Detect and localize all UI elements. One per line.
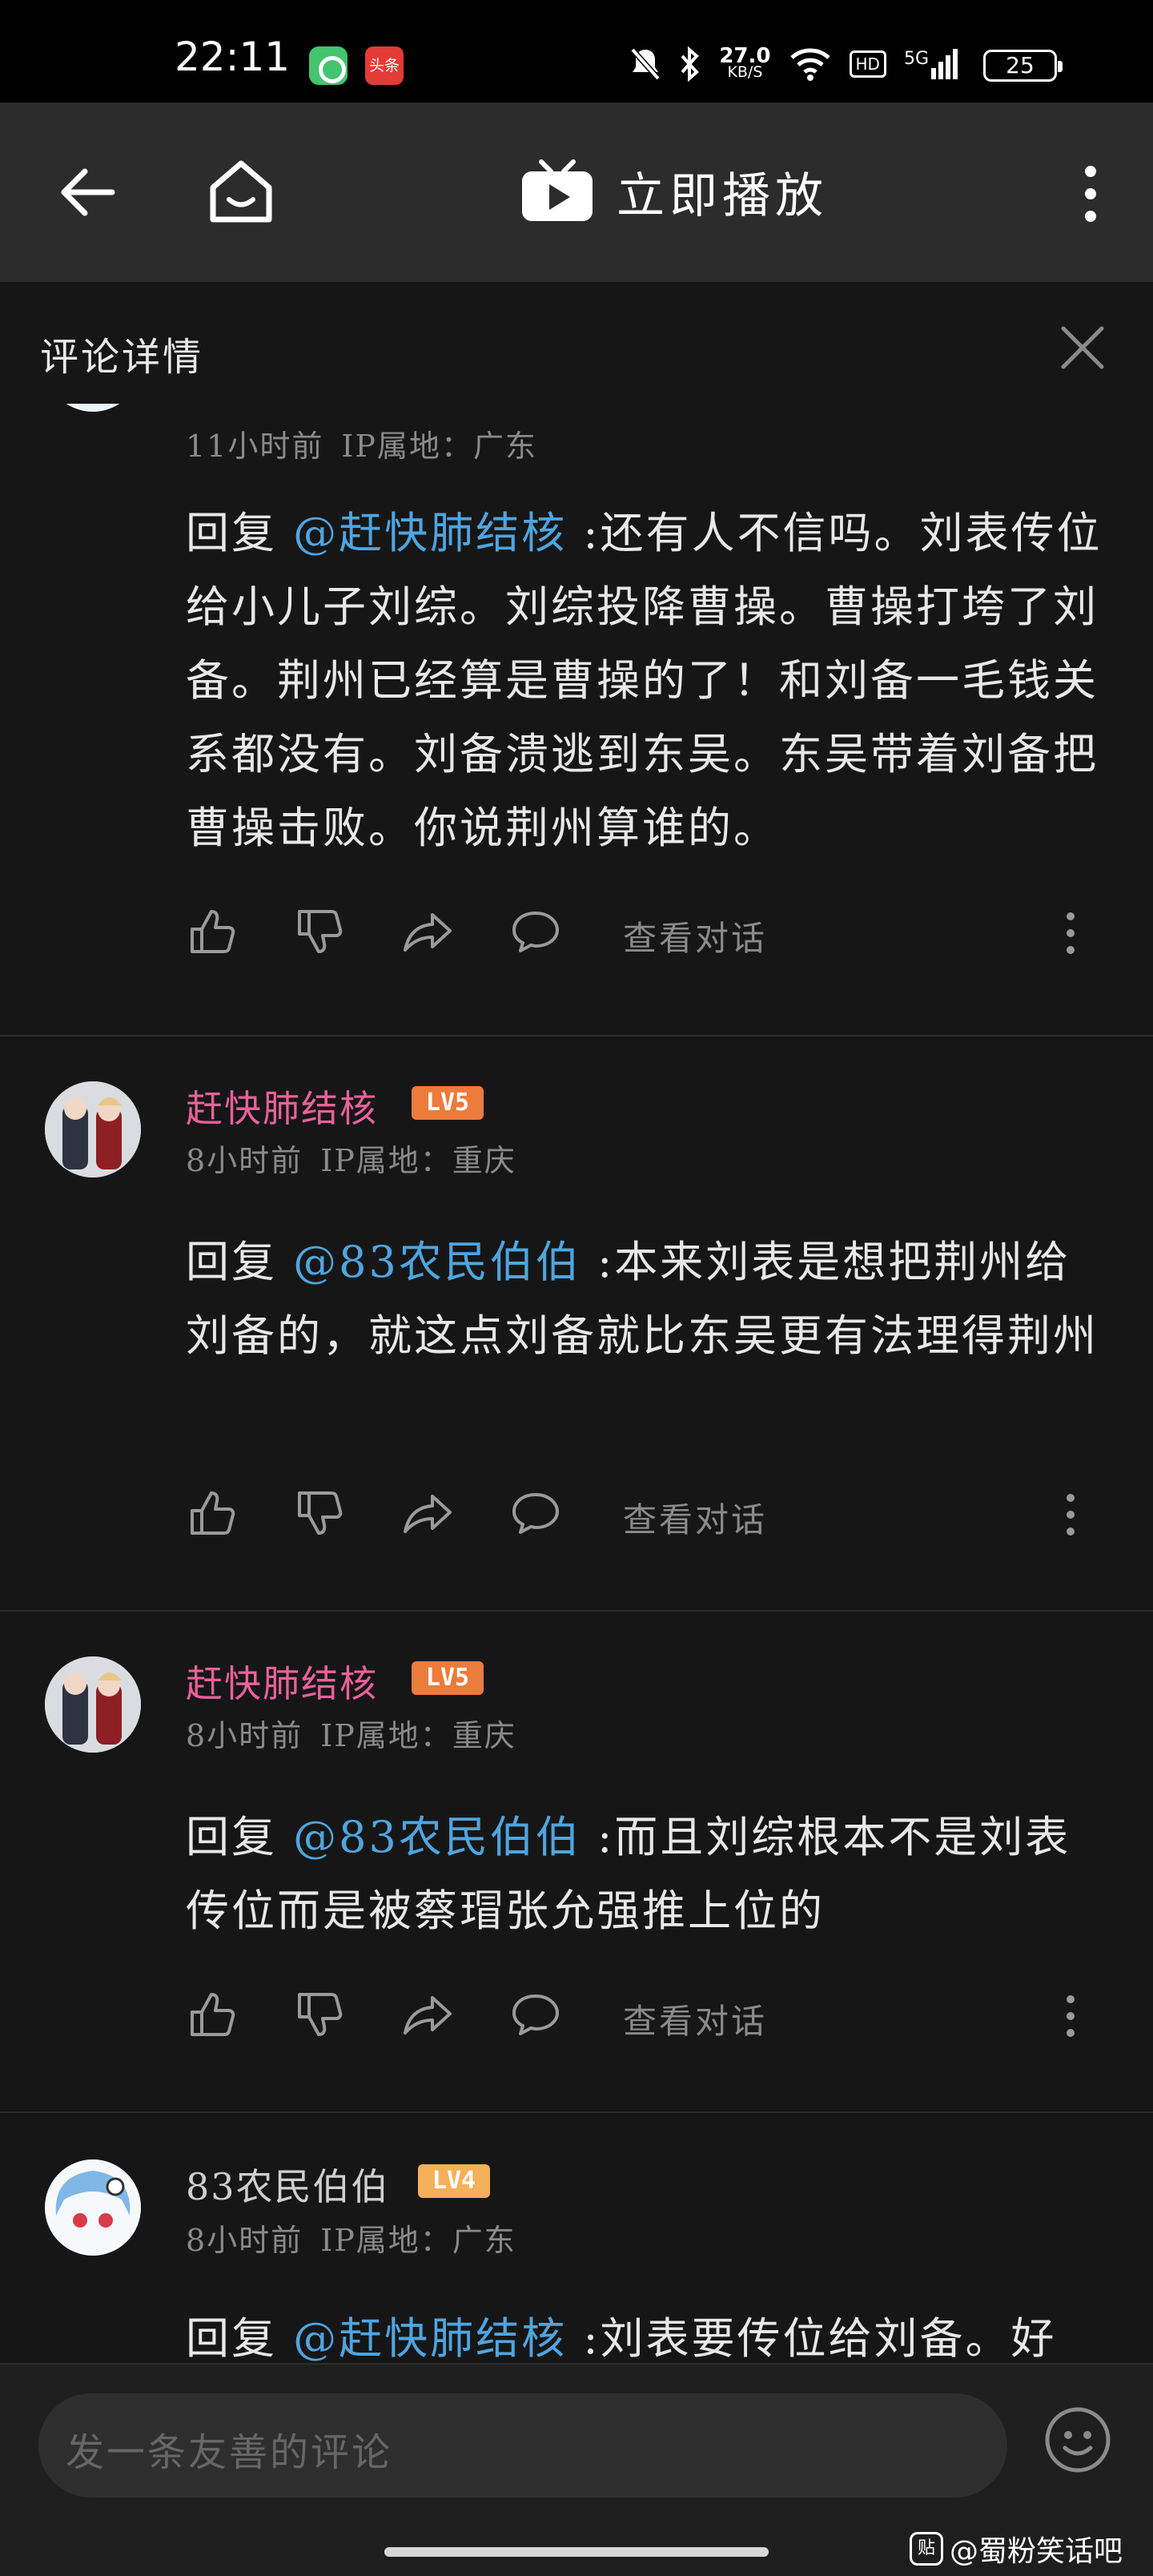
view-conversation-link[interactable]: 查看对话 (623, 1493, 767, 1542)
hd-badge: HD (849, 50, 886, 78)
watermark-text: @蜀粉笑话吧 (950, 2535, 1123, 2568)
reply-bubble-icon[interactable] (509, 1988, 562, 2041)
play-now-button[interactable]: 立即播放 (519, 155, 828, 227)
comment-actions: 查看对话 (186, 905, 1083, 961)
more-vertical-icon[interactable] (1075, 162, 1107, 226)
close-icon[interactable] (1057, 322, 1108, 373)
username[interactable]: 赶快肺结核 (186, 1655, 378, 1708)
avatar[interactable] (45, 1656, 141, 1753)
like-icon[interactable] (186, 1487, 239, 1540)
comment-item: 83农民伯伯 LV4 8小时前 IP属地：广东 回复 @赶快肺结核 :刘表要传位给… (0, 2113, 1153, 2363)
wifi-icon (789, 48, 830, 81)
level-badge: LV4 (418, 2164, 490, 2198)
net-speed: 27.0 KB/S (719, 44, 771, 81)
share-icon[interactable] (400, 1487, 453, 1540)
comment-meta: 11小时前 IP属地：广东 (186, 429, 537, 464)
comment-item: 赶快肺结核 LV5 8小时前 IP属地：重庆 回复 @83农民伯伯 :本来刘表是想… (0, 1036, 1153, 1610)
status-icons: 27.0 KB/S HD 5G (629, 40, 958, 88)
comment-body: 回复 @赶快肺结核 :刘表要传位给刘备。好 (186, 2313, 1057, 2363)
like-icon[interactable] (186, 1988, 239, 2041)
comment-item: 赶快肺结核 LV5 8小时前 IP属地：重庆 回复 @83农民伯伯 :而且刘综根本… (0, 1612, 1153, 2113)
signal-icon: 5G (904, 49, 958, 79)
mention-link[interactable]: @赶快肺结核 (293, 508, 567, 558)
comment-body: 回复 @赶快肺结核 :还有人不信吗。刘表传位给小儿子刘综。刘综投降曹操。曹操打垮… (186, 508, 1103, 853)
status-time: 22:11 (175, 34, 291, 80)
comment-list[interactable]: 11小时前 IP属地：广东 回复 @赶快肺结核 :还有人不信吗。刘表传位给小儿子刘… (0, 404, 1153, 2363)
comment-detail-header: 评论详情 (0, 282, 1153, 404)
anime-avatar-icon (45, 2159, 141, 2256)
nav-title: 立即播放 (617, 167, 828, 224)
username[interactable]: 赶快肺结核 (186, 1080, 378, 1133)
comment-input[interactable]: 发一条友善的评论 (38, 2393, 1007, 2498)
more-vertical-icon[interactable] (1059, 1991, 1083, 2041)
toutiao-app-icon: 头条 (365, 46, 404, 85)
anime-avatar-icon (45, 1656, 141, 1753)
share-icon[interactable] (400, 1988, 453, 2041)
notification-app-icon (309, 46, 348, 85)
like-icon[interactable] (186, 905, 239, 958)
reply-bubble-icon[interactable] (509, 1487, 562, 1540)
tv-play-icon (522, 159, 593, 221)
more-vertical-icon[interactable] (1059, 1490, 1083, 1540)
avatar[interactable] (45, 404, 141, 412)
comment-body: 回复 @83农民伯伯 :本来刘表是想把荆州给刘备的，就这点刘备就比东吴更有法理得… (186, 1237, 1099, 1361)
dislike-icon[interactable] (293, 905, 346, 958)
reply-bubble-icon[interactable] (509, 905, 562, 958)
comment-meta: 8小时前 IP属地：重庆 (186, 1718, 516, 1753)
home-icon[interactable] (205, 155, 277, 227)
tieba-logo-icon: 贴 (910, 2532, 943, 2566)
comment-actions: 查看对话 (186, 1988, 1083, 2044)
share-icon[interactable] (400, 905, 453, 958)
mention-link[interactable]: @83农民伯伯 (293, 1237, 581, 1287)
mention-link[interactable]: @83农民伯伯 (293, 1812, 581, 1862)
comment-body: 回复 @83农民伯伯 :而且刘综根本不是刘表传位而是被蔡瑁张允强推上位的 (186, 1812, 1071, 1936)
mute-bell-icon (630, 47, 661, 81)
home-indicator[interactable] (384, 2547, 769, 2557)
username[interactable]: 83农民伯伯 (186, 2158, 390, 2211)
comment-meta: 8小时前 IP属地：广东 (186, 2223, 516, 2258)
avatar[interactable] (45, 2159, 141, 2256)
mention-link[interactable]: @赶快肺结核 (293, 2313, 567, 2363)
dislike-icon[interactable] (293, 1988, 346, 2041)
status-bar: 22:11 头条 25 27.0 KB/S HD 5G (0, 0, 1153, 103)
more-vertical-icon[interactable] (1059, 908, 1083, 958)
view-conversation-link[interactable]: 查看对话 (623, 912, 767, 960)
level-badge: LV5 (412, 1661, 484, 1695)
top-nav-bar: 立即播放 (0, 103, 1153, 282)
dislike-icon[interactable] (293, 1487, 346, 1540)
level-badge: LV5 (412, 1086, 484, 1120)
detail-title: 评论详情 (40, 335, 204, 380)
battery-indicator: 25 (983, 50, 1063, 82)
back-arrow-icon[interactable] (56, 160, 120, 224)
anime-avatar-icon (45, 1081, 141, 1177)
comment-meta: 8小时前 IP属地：重庆 (186, 1143, 516, 1178)
watermark: 贴 @蜀粉笑话吧 (910, 2528, 1123, 2570)
avatar[interactable] (45, 1081, 141, 1177)
anime-avatar-icon (66, 404, 120, 412)
comment-input-bar: 发一条友善的评论 贴 @蜀粉笑话吧 (0, 2363, 1153, 2576)
comment-input-placeholder: 发一条友善的评论 (66, 2430, 393, 2475)
emoji-icon[interactable] (1044, 2406, 1111, 2473)
view-conversation-link[interactable]: 查看对话 (623, 1994, 767, 2043)
comment-actions: 查看对话 (186, 1487, 1083, 1543)
bluetooth-icon (681, 46, 700, 82)
